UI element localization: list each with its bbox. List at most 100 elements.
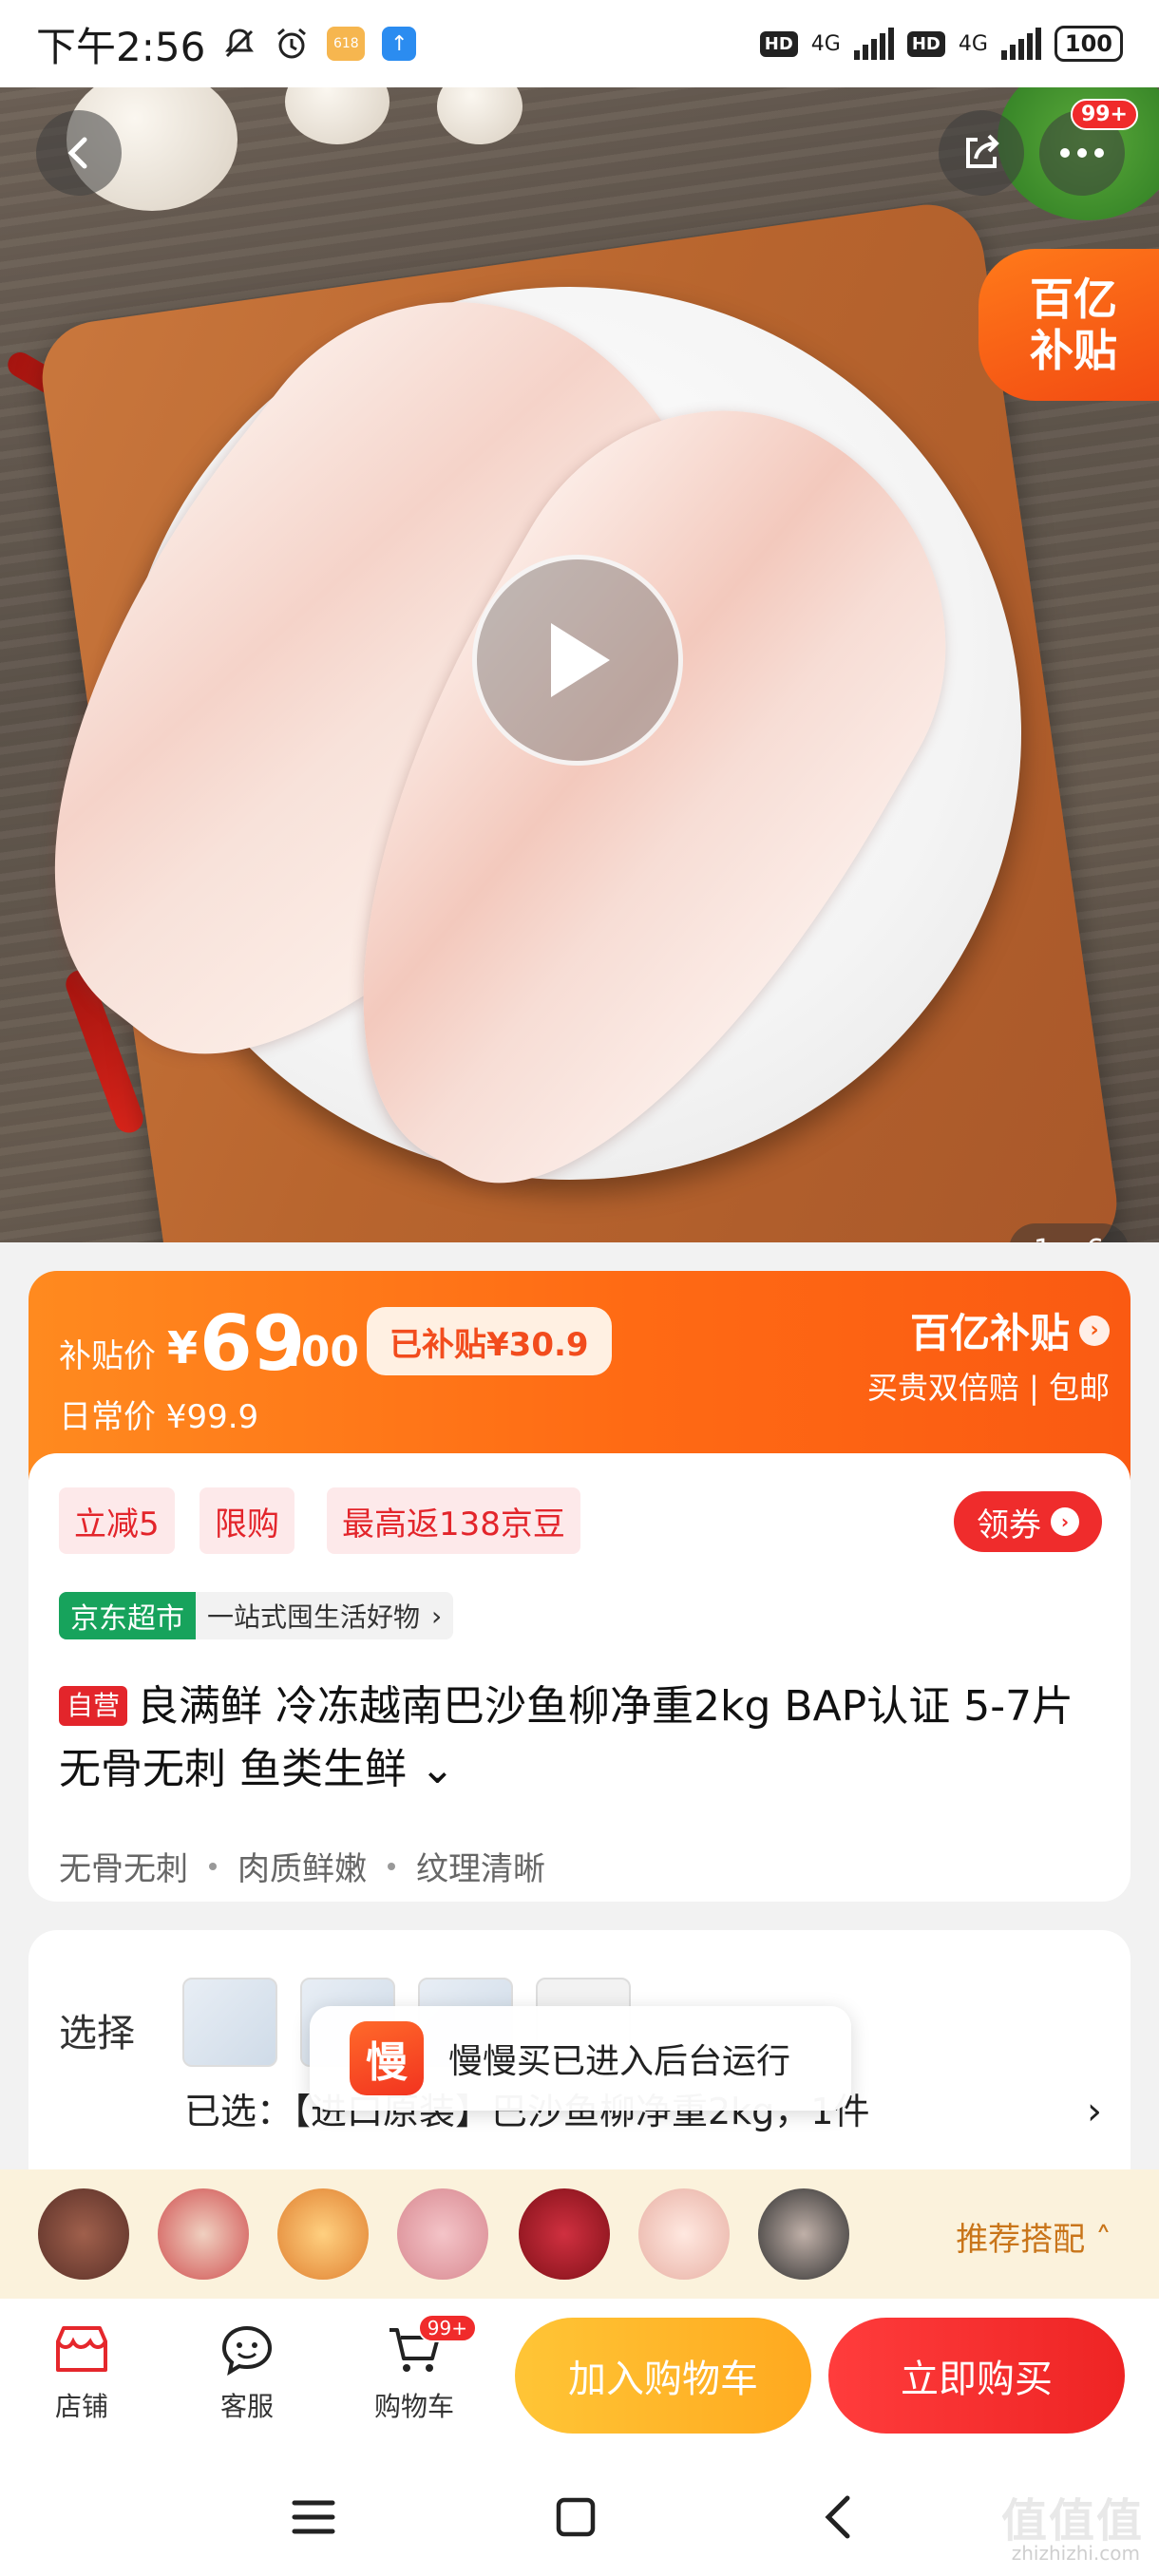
network-type: 4G xyxy=(810,31,841,56)
recommend-item[interactable] xyxy=(158,2188,249,2280)
back-triangle-icon xyxy=(825,2495,850,2539)
chat-icon xyxy=(217,2323,277,2377)
bullet-dot xyxy=(209,1862,217,1870)
status-bar: 下午2:56 618 ↑ HD 4G HD 4G 100 xyxy=(0,0,1159,87)
upload-icon: ↑ xyxy=(382,27,417,61)
mute-icon xyxy=(222,27,256,61)
recommend-item[interactable] xyxy=(277,2188,369,2280)
chevron-right-icon: › xyxy=(431,1600,443,1632)
watermark-url: zhizhizhi.com xyxy=(1011,2542,1140,2565)
subsidy-corner-tag: 百亿 补贴 xyxy=(978,249,1159,401)
spec-thumbnail[interactable] xyxy=(182,1978,277,2067)
price-banner: 补贴价 ¥ 69 .00 已补贴¥30.9 日常价 ¥99.9 百亿补贴 › 买… xyxy=(28,1271,1130,1480)
garlic-decoration xyxy=(437,87,522,144)
get-coupon-button[interactable]: 领券 › xyxy=(954,1491,1102,1552)
play-video-button[interactable] xyxy=(472,555,683,766)
home-nav-button[interactable] xyxy=(538,2479,614,2555)
feature-item: 纹理清晰 xyxy=(416,1850,545,1888)
back-nav-button[interactable] xyxy=(800,2479,876,2555)
back-arrow-icon xyxy=(67,137,87,169)
store-slogan: 一站式囤生活好物 xyxy=(207,1601,421,1633)
recommend-strip[interactable]: 推荐搭配 ˄ xyxy=(0,2169,1159,2299)
store-button[interactable]: 店铺 xyxy=(25,2323,139,2424)
self-run-badge: 自营 xyxy=(59,1686,128,1726)
recommend-item[interactable] xyxy=(638,2188,730,2280)
product-features: 无骨无刺 肉质鲜嫩 纹理清晰 xyxy=(59,1843,545,1889)
recommend-item[interactable] xyxy=(758,2188,849,2280)
product-title[interactable]: 自营 良满鲜 冷冻越南巴沙鱼柳净重2kg BAP认证 5-7片 无骨无刺 鱼类生鲜… xyxy=(59,1676,1104,1801)
system-nav-bar xyxy=(0,2451,1159,2576)
more-button[interactable]: 99+ xyxy=(1039,99,1138,196)
add-to-cart-button[interactable]: 加入购物车 xyxy=(515,2318,811,2434)
subsidy-tag-line2: 补贴 xyxy=(1030,325,1117,376)
currency-symbol: ¥ xyxy=(167,1322,199,1373)
product-info-card: 立减5 限购 最高返138京豆 领券 › 京东超市 一站式囤生活好物 › 自营良… xyxy=(28,1453,1130,1902)
store-banner[interactable]: 京东超市 一站式囤生活好物 › xyxy=(59,1592,454,1639)
toast-text: 慢慢买已进入后台运行 xyxy=(448,2042,791,2081)
share-button[interactable] xyxy=(939,110,1024,196)
cart-count-badge: 99+ xyxy=(417,2314,477,2342)
select-label: 选择 xyxy=(59,2012,135,2055)
price-decimal: .00 xyxy=(285,1328,359,1376)
buy-now-button[interactable]: 立即购买 xyxy=(828,2318,1125,2434)
price-label: 补贴价 xyxy=(59,1337,156,1375)
recommend-label-text: 推荐搭配 xyxy=(956,2221,1086,2259)
image-pager: 1 6 xyxy=(1009,1223,1129,1242)
subsidized-amount: 已补贴¥30.9 xyxy=(367,1307,612,1375)
recommend-item[interactable] xyxy=(519,2188,610,2280)
play-icon xyxy=(551,623,610,697)
program-subtitle: 买贵双倍赔 | 包邮 xyxy=(866,1370,1110,1406)
hd-icon-2: HD xyxy=(906,30,945,57)
daily-price: 日常价 ¥99.9 xyxy=(59,1398,259,1436)
hd-icon: HD xyxy=(759,30,798,57)
background-run-toast: 慢 慢慢买已进入后台运行 xyxy=(310,2006,851,2111)
watermark: 值值值 xyxy=(1000,2494,1144,2548)
shopping-app-icon: 618 xyxy=(327,27,366,61)
feature-item: 肉质鲜嫩 xyxy=(238,1850,367,1888)
home-square-icon xyxy=(556,2497,596,2537)
bullet-dot xyxy=(388,1862,395,1870)
recommend-label[interactable]: 推荐搭配 ˄ xyxy=(956,2213,1112,2260)
chevron-up-icon: ˄ xyxy=(1095,2221,1112,2259)
product-title-text: 良满鲜 冷冻越南巴沙鱼柳净重2kg BAP认证 5-7片 无骨无刺 鱼类生鲜 xyxy=(59,1682,1074,1793)
bottom-action-bar: 店铺 客服 99+ 购物车 加入购物车 立即购买 xyxy=(0,2299,1159,2451)
cart-label: 购物车 xyxy=(373,2391,454,2422)
store-tag: 京东超市 xyxy=(59,1592,196,1639)
chevron-right-icon: › xyxy=(1051,1507,1079,1536)
alarm-icon xyxy=(274,26,310,62)
back-button[interactable] xyxy=(36,110,122,196)
promo-tag[interactable]: 立减5 xyxy=(59,1487,175,1554)
promo-tag[interactable]: 最高返138京豆 xyxy=(327,1487,580,1554)
chevron-right-icon: › xyxy=(1079,1315,1110,1346)
coupon-label: 领券 xyxy=(977,1506,1041,1544)
signal-icon xyxy=(853,28,894,60)
menu-icon xyxy=(292,2500,335,2534)
feature-item: 无骨无刺 xyxy=(59,1850,188,1888)
store-icon xyxy=(51,2323,112,2377)
store-label: 店铺 xyxy=(54,2391,108,2422)
program-title: 百亿补贴 xyxy=(909,1310,1070,1356)
app-logo-icon: 慢 xyxy=(350,2021,424,2095)
message-badge: 99+ xyxy=(1070,99,1138,130)
battery-indicator: 100 xyxy=(1054,26,1123,62)
signal-icon-2 xyxy=(1000,28,1041,60)
chevron-right-icon: › xyxy=(1087,2090,1102,2133)
garlic-decoration xyxy=(285,87,390,144)
product-image-gallery[interactable]: 99+ 百亿 补贴 1 6 xyxy=(0,87,1159,1242)
pager-total: 6 xyxy=(1086,1234,1104,1243)
app-logo-char: 慢 xyxy=(366,2038,408,2087)
service-label: 客服 xyxy=(219,2391,274,2422)
chevron-down-icon: ⌄ xyxy=(407,1745,455,1793)
menu-nav-button[interactable] xyxy=(276,2479,352,2555)
more-icon xyxy=(1060,148,1104,158)
cart-button[interactable]: 99+ 购物车 xyxy=(357,2314,477,2424)
promo-tag[interactable]: 限购 xyxy=(200,1487,294,1554)
recommend-item[interactable] xyxy=(397,2188,488,2280)
status-time: 下午2:56 xyxy=(36,23,206,70)
network-type-2: 4G xyxy=(958,31,988,56)
customer-service-button[interactable]: 客服 xyxy=(190,2323,304,2424)
recommend-item[interactable] xyxy=(38,2188,129,2280)
subsidy-program-link[interactable]: 百亿补贴 › xyxy=(910,1301,1110,1359)
subsidy-tag-line1: 百亿 xyxy=(1030,274,1117,325)
share-icon xyxy=(966,134,999,168)
